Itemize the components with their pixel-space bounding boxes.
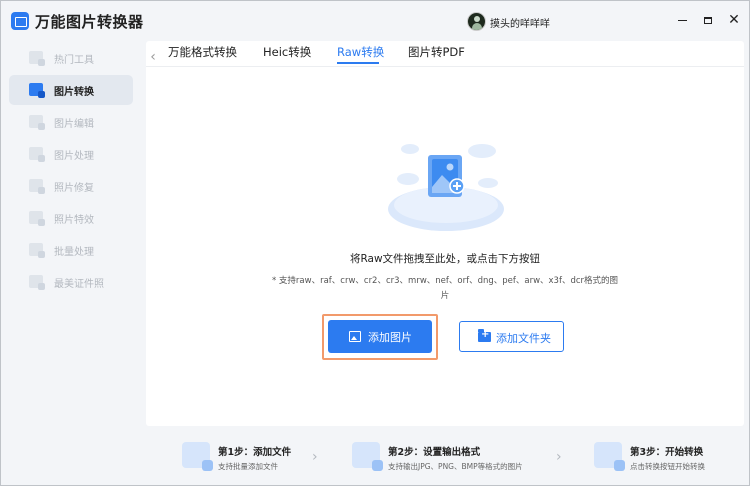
tab-heic-convert[interactable]: Heic转换 <box>263 44 311 66</box>
close-button[interactable]: ✕ <box>725 11 743 29</box>
minimize-icon <box>677 19 687 22</box>
close-icon: ✕ <box>728 12 740 28</box>
image-edit-icon <box>29 115 45 130</box>
chevron-left-icon: ‹ <box>150 49 156 65</box>
sidebar-item-label: 热门工具 <box>54 55 94 66</box>
steps-bar: 第1步：添加文件 支持批量添加文件 › 第2步：设置输出格式 支持输出JPG、P… <box>146 431 744 481</box>
sidebar-item-label: 照片特效 <box>54 215 94 226</box>
maximize-button[interactable] <box>699 11 717 29</box>
image-icon <box>349 331 361 342</box>
sidebar-item-photo-repair[interactable]: 照片修复 <box>9 171 133 201</box>
chevron-right-icon: › <box>556 449 562 465</box>
app-window: 万能图片转换器 摸头的咩咩咩 ✕ 热门工具 图片转换 图片编辑 图片处理 照片修… <box>0 0 750 486</box>
add-image-button[interactable]: 添加图片 <box>328 320 432 353</box>
sidebar-item-image-edit[interactable]: 图片编辑 <box>9 107 133 137</box>
sidebar-item-label: 最美证件照 <box>54 279 104 290</box>
folder-plus-icon <box>478 329 491 342</box>
image-convert-icon <box>29 83 45 98</box>
maximize-icon <box>704 17 712 24</box>
tabs-divider <box>146 66 744 67</box>
sidebar-item-label: 图片转换 <box>54 87 94 98</box>
supported-formats-line: * 支持raw、raf、crw、cr2、cr3、mrw、nef、orf、dng、… <box>271 276 619 286</box>
step-desc: 点击转换按钮开始转换 <box>630 462 705 471</box>
batch-process-icon <box>29 243 45 258</box>
id-photo-icon <box>29 275 45 290</box>
tab-universal-convert[interactable]: 万能格式转换 <box>168 44 237 66</box>
app-title: 万能图片转换器 <box>35 13 144 31</box>
hot-tools-icon <box>29 51 45 66</box>
drop-hint: 将Raw文件拖拽至此处，或点击下方按钮 <box>349 253 541 265</box>
upload-illustration-icon <box>388 144 504 231</box>
sidebar-item-label: 图片处理 <box>54 151 94 162</box>
supported-formats: * 支持raw、raf、crw、cr2、cr3、mrw、nef、orf、dng、… <box>246 274 644 304</box>
step-desc: 支持输出JPG、PNG、BMP等格式的图片 <box>388 462 523 471</box>
step-title: 第1步：添加文件 <box>218 447 292 458</box>
app-logo-icon <box>11 12 29 30</box>
step-title: 第3步：开始转换 <box>630 447 704 458</box>
tab-image-to-pdf[interactable]: 图片转PDF <box>408 44 465 66</box>
sidebar-item-image-convert[interactable]: 图片转换 <box>9 75 133 105</box>
convert-step-icon <box>594 442 625 471</box>
add-folder-label: 添加文件夹 <box>496 332 551 345</box>
step-title: 第2步：设置输出格式 <box>388 447 481 458</box>
chevron-right-icon: › <box>312 449 318 465</box>
image-process-icon <box>29 147 45 162</box>
add-file-step-icon <box>182 442 213 471</box>
title-bar: 万能图片转换器 摸头的咩咩咩 ✕ <box>1 1 749 41</box>
username[interactable]: 摸头的咩咩咩 <box>490 15 550 30</box>
add-folder-button[interactable]: 添加文件夹 <box>459 321 564 352</box>
sidebar-item-id-photo[interactable]: 最美证件照 <box>9 267 133 297</box>
supported-formats-line: 片 <box>440 291 450 301</box>
sidebar-item-hot-tools[interactable]: 热门工具 <box>9 43 133 73</box>
step-desc: 支持批量添加文件 <box>218 462 278 471</box>
sidebar: 热门工具 图片转换 图片编辑 图片处理 照片修复 照片特效 批量处理 最美证件照 <box>1 41 141 486</box>
add-image-label: 添加图片 <box>368 331 412 344</box>
sidebar-item-photo-effect[interactable]: 照片特效 <box>9 203 133 233</box>
sidebar-item-batch-process[interactable]: 批量处理 <box>9 235 133 265</box>
photo-effect-icon <box>29 211 45 226</box>
settings-step-icon <box>352 442 383 471</box>
tabs-back-button[interactable]: ‹ <box>146 47 160 67</box>
user-avatar[interactable] <box>467 12 486 31</box>
sidebar-item-label: 批量处理 <box>54 247 94 258</box>
active-tab-indicator <box>337 62 379 64</box>
sidebar-item-label: 图片编辑 <box>54 119 94 130</box>
minimize-button[interactable] <box>673 11 691 29</box>
main-panel: ‹ 万能格式转换 Heic转换 Raw转换 图片转PDF 将Raw文件拖拽至此处… <box>146 41 744 426</box>
sidebar-item-image-process[interactable]: 图片处理 <box>9 139 133 169</box>
photo-repair-icon <box>29 179 45 194</box>
sidebar-item-label: 照片修复 <box>54 183 94 194</box>
